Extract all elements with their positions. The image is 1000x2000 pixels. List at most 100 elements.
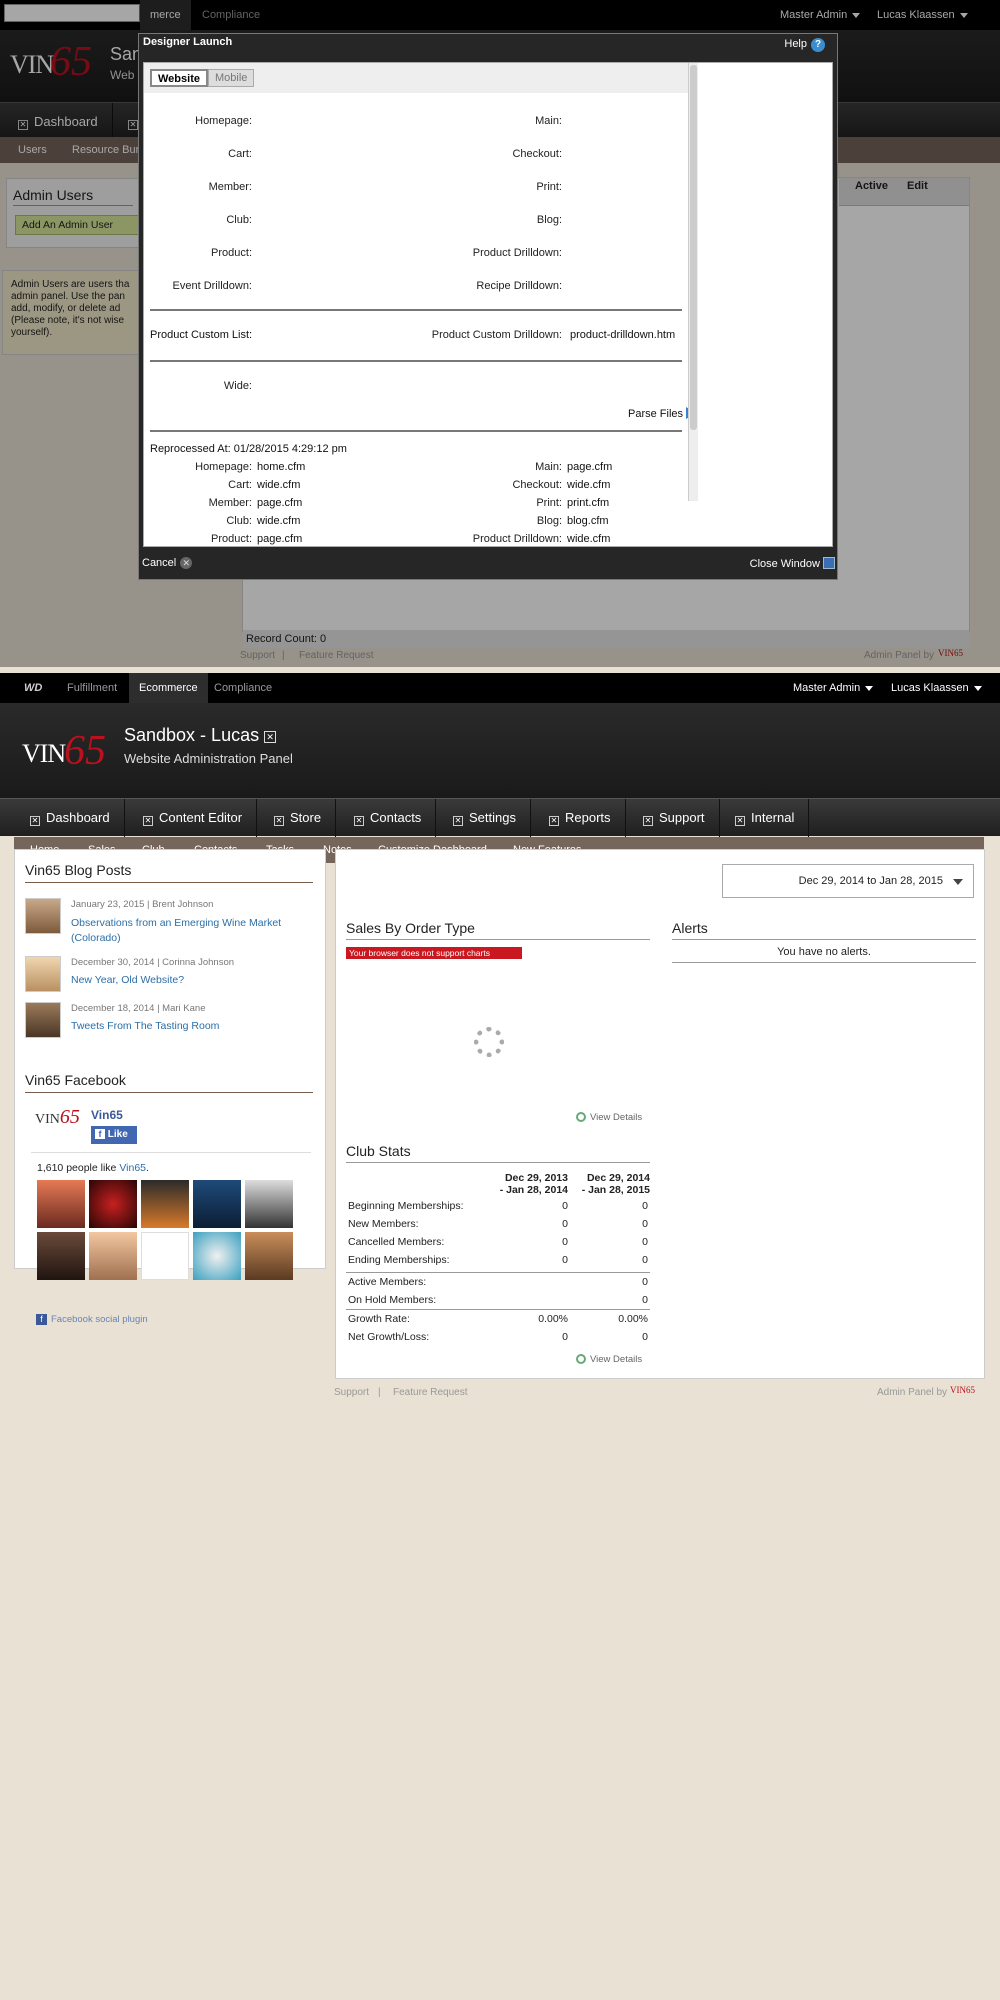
nav-store[interactable]: ✕ Store xyxy=(260,799,337,837)
value-product-custom-drilldown: product-drilldown.htm xyxy=(570,329,676,341)
row-value: 0 xyxy=(642,1294,648,1306)
footer-logo[interactable]: VIN65 xyxy=(950,1385,975,1395)
nav-internal[interactable]: ✕ Internal xyxy=(721,799,810,837)
fan-avatar[interactable] xyxy=(37,1180,85,1228)
blog-title: Vin65 Blog Posts xyxy=(25,862,132,878)
table-row: On Hold Members: 0 xyxy=(348,1291,650,1309)
tab-fulfillment[interactable]: Fulfillment xyxy=(57,673,127,703)
close-icon: ✕ xyxy=(180,557,193,569)
footer-sep: | xyxy=(378,1387,381,1398)
nav-box-icon: ✕ xyxy=(354,816,364,826)
fan-avatar[interactable] xyxy=(193,1232,241,1280)
sales-title: Sales By Order Type xyxy=(346,920,475,936)
chart-error-banner: Your browser does not support charts xyxy=(346,947,522,959)
chevron-down-icon xyxy=(953,879,963,885)
facebook-like-button[interactable]: f Like xyxy=(91,1126,137,1144)
divider xyxy=(672,962,976,963)
tab-ecommerce[interactable]: Ecommerce xyxy=(129,673,208,703)
nav-label: Support xyxy=(659,810,705,825)
row-value: 0 xyxy=(642,1218,648,1230)
help-link[interactable]: Help? xyxy=(784,38,825,52)
facebook-page-logo[interactable]: VIN65 xyxy=(35,1106,80,1129)
processed-value: wide.cfm xyxy=(257,515,301,527)
facebook-page-name[interactable]: Vin65 xyxy=(91,1108,123,1122)
nav-reports[interactable]: ✕ Reports xyxy=(535,799,626,837)
nav-contacts[interactable]: ✕ Contacts xyxy=(340,799,437,837)
processed-value: wide.cfm xyxy=(567,479,611,491)
nav-label: Contacts xyxy=(370,810,422,825)
table-row: Beginning Memberships: 0 0 xyxy=(348,1200,650,1218)
designer-launch-modal: Designer Launch Help? Website Mobile Hom… xyxy=(138,33,838,580)
row-value: 0 xyxy=(562,1218,568,1230)
site-switch-icon[interactable]: ✕ xyxy=(264,731,277,743)
fan-avatar[interactable] xyxy=(89,1232,137,1280)
footer-support[interactable]: Support xyxy=(334,1387,369,1398)
tab-mobile[interactable]: Mobile xyxy=(208,69,255,87)
post-link[interactable]: New Year, Old Website? xyxy=(71,974,184,986)
date-range-select[interactable]: Dec 29, 2014 to Jan 28, 2015 xyxy=(722,864,974,898)
modal-scrollbar[interactable] xyxy=(688,63,698,501)
fan-avatar[interactable] xyxy=(141,1180,189,1228)
parse-files-button[interactable]: Parse Files xyxy=(628,407,697,420)
row-label: New Members: xyxy=(348,1218,419,1230)
fan-avatar[interactable] xyxy=(245,1232,293,1280)
tab-compliance[interactable]: Compliance xyxy=(204,673,282,703)
likes-link[interactable]: Vin65 xyxy=(119,1162,146,1174)
fan-avatar[interactable] xyxy=(141,1232,189,1280)
chevron-down-icon xyxy=(973,685,982,691)
club-stats-title: Club Stats xyxy=(346,1143,411,1159)
label-homepage: Homepage: xyxy=(195,115,252,127)
nav-label: Content Editor xyxy=(159,810,243,825)
site-name-text: Sandbox - Lucas xyxy=(124,725,260,745)
author-avatar[interactable] xyxy=(25,898,61,934)
divider xyxy=(25,882,313,883)
fan-avatar[interactable] xyxy=(89,1180,137,1228)
row-label: Active Members: xyxy=(348,1276,427,1288)
fan-avatar[interactable] xyxy=(193,1180,241,1228)
nav-box-icon: ✕ xyxy=(30,816,40,826)
footer-feature-request[interactable]: Feature Request xyxy=(393,1387,468,1398)
post-link[interactable]: Tweets From The Tasting Room xyxy=(71,1020,219,1032)
view-details-label: View Details xyxy=(590,1112,643,1123)
nav-dashboard[interactable]: ✕ Dashboard xyxy=(16,799,125,837)
club-view-details[interactable]: View Details xyxy=(576,1354,642,1365)
label-club: Club: xyxy=(226,214,252,226)
cancel-button[interactable]: Cancel ✕ xyxy=(142,557,193,569)
post-link[interactable]: Observations from an Emerging Wine Marke… xyxy=(71,916,311,946)
fan-avatar[interactable] xyxy=(37,1232,85,1280)
nav-support[interactable]: ✕ Support xyxy=(629,799,720,837)
nav-settings[interactable]: ✕ Settings xyxy=(439,799,531,837)
row-label: On Hold Members: xyxy=(348,1294,437,1306)
date-range-value: Dec 29, 2014 to Jan 28, 2015 xyxy=(798,875,943,887)
processed-label: Member: xyxy=(208,497,252,509)
divider xyxy=(346,1162,650,1163)
vin65-logo[interactable]: VIN 65 xyxy=(22,728,106,774)
sales-view-details[interactable]: View Details xyxy=(576,1112,642,1123)
like-label: Like xyxy=(107,1129,128,1140)
table-row: New Members: 0 0 xyxy=(348,1218,650,1236)
wd-logo[interactable]: WD xyxy=(14,673,52,703)
facebook-plugin[interactable]: f Facebook social plugin xyxy=(36,1314,148,1325)
close-window-button[interactable]: Close Window xyxy=(750,557,835,570)
fan-avatar[interactable] xyxy=(245,1180,293,1228)
scrollbar-thumb[interactable] xyxy=(690,65,697,430)
tab-website[interactable]: Website xyxy=(150,69,208,87)
table-row: Net Growth/Loss: 0 0 xyxy=(348,1328,650,1346)
processed-label: Cart: xyxy=(228,479,252,491)
post-meta: December 30, 2014 | Corinna Johnson xyxy=(71,957,235,968)
table-row: Active Members: 0 xyxy=(348,1273,650,1291)
author-avatar[interactable] xyxy=(25,1002,61,1038)
processed-label: Main: xyxy=(535,461,562,473)
label-product-custom-drilldown: Product Custom Drilldown: xyxy=(431,329,562,341)
row-value: 0 xyxy=(562,1236,568,1248)
user-menu[interactable]: Lucas Klaassen xyxy=(891,673,982,703)
master-admin-menu[interactable]: Master Admin xyxy=(793,673,874,703)
row-label: Beginning Memberships: xyxy=(348,1200,464,1212)
row-value: 0 xyxy=(642,1236,648,1248)
divider xyxy=(346,939,650,940)
row-label: Ending Memberships: xyxy=(348,1254,450,1266)
modal-title: Designer Launch xyxy=(143,36,233,48)
nav-content-editor[interactable]: ✕ Content Editor xyxy=(129,799,258,837)
author-avatar[interactable] xyxy=(25,956,61,992)
divider xyxy=(150,430,682,432)
